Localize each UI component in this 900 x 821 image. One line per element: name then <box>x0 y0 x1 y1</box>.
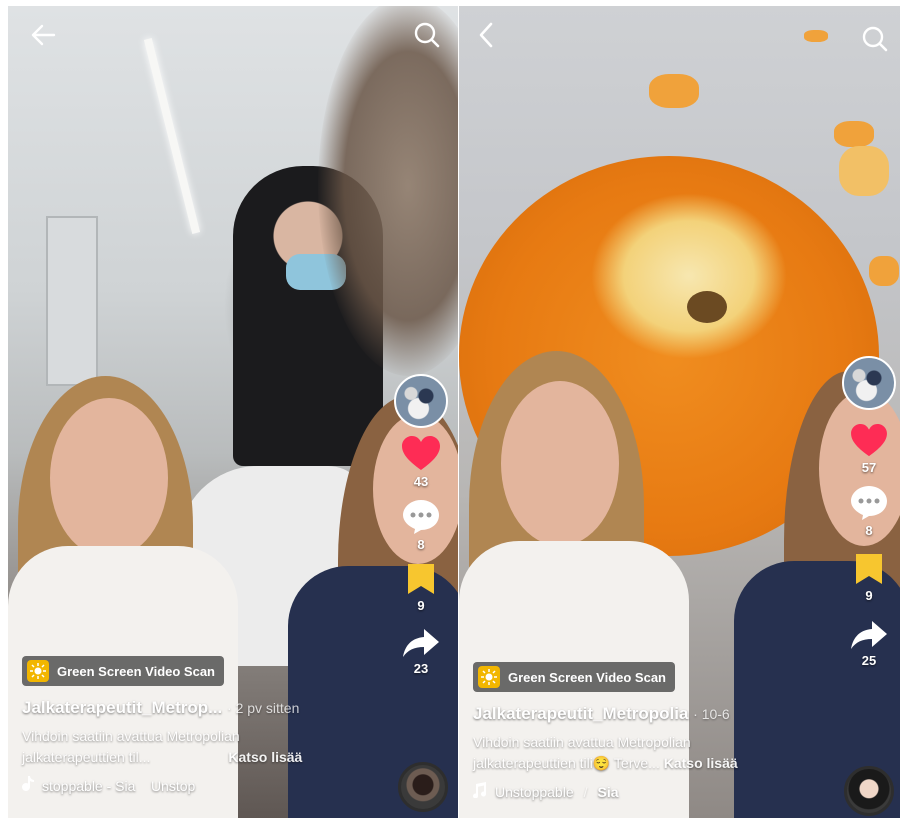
comment-button[interactable]: 8 <box>850 485 888 538</box>
effect-sun-icon <box>478 666 500 688</box>
see-more-link[interactable]: Katso lisää <box>664 755 738 771</box>
like-button[interactable]: 57 <box>850 424 888 475</box>
share-arrow-icon <box>403 629 439 657</box>
share-arrow-icon <box>851 621 887 649</box>
music-note-icon <box>473 782 487 801</box>
music-line[interactable]: stoppable - Sia Unstop <box>22 776 302 795</box>
peel-piece <box>869 256 899 286</box>
see-more-link[interactable]: Katso lisää <box>228 749 302 765</box>
description-line1: Vihdoin saatiin avattua Metropolian <box>473 734 691 750</box>
peel-piece <box>804 30 828 42</box>
effect-sun-icon <box>27 660 49 682</box>
video-panel-right[interactable]: 57 8 9 25 Green Screen Video Scan Jalkat… <box>459 6 900 818</box>
search-icon[interactable] <box>412 20 442 50</box>
like-button[interactable]: 43 <box>401 436 441 489</box>
like-count: 43 <box>413 474 429 489</box>
effect-tag[interactable]: Green Screen Video Scan <box>473 662 675 692</box>
save-button[interactable]: 9 <box>854 552 884 603</box>
search-icon[interactable] <box>860 24 890 54</box>
effect-tag-label: Green Screen Video Scan <box>508 669 666 685</box>
music-line[interactable]: Unstoppable / Sia <box>473 782 738 801</box>
action-column: 57 8 9 25 <box>840 356 898 668</box>
music-separator: / <box>583 783 588 800</box>
creator-avatar[interactable] <box>842 356 896 410</box>
tiktok-note-icon <box>22 776 34 795</box>
description: Vihdoin saatiin avattua Metropolian jalk… <box>473 732 738 774</box>
music-disc[interactable] <box>398 762 448 812</box>
save-button[interactable]: 9 <box>406 562 436 613</box>
post-date: · 10-6 <box>693 706 730 722</box>
creator-avatar[interactable] <box>394 374 448 428</box>
bookmark-icon <box>856 554 882 584</box>
description-line2-suffix: Terve... <box>610 755 660 771</box>
back-chevron-icon[interactable] <box>471 20 501 50</box>
comment-icon <box>403 500 439 534</box>
username-line: Jalkaterapeutit_Metrop... · 2 pv sitten <box>22 698 302 718</box>
username[interactable]: Jalkaterapeutit_Metropolia <box>473 704 688 723</box>
music-title: stoppable - Sia Unstop <box>42 777 196 794</box>
share-count: 23 <box>413 661 429 676</box>
comment-icon <box>851 486 887 520</box>
description-line2: jalkaterapeuttien tili <box>473 755 593 771</box>
relieved-emoji: 😌 <box>592 755 611 771</box>
caption-right: Green Screen Video Scan Jalkaterapeutit_… <box>473 662 738 801</box>
username[interactable]: Jalkaterapeutit_Metrop... <box>22 698 222 717</box>
music-disc[interactable] <box>844 766 894 816</box>
description-line2: jalkaterapeuttien til... <box>22 749 151 765</box>
caption-left: Green Screen Video Scan Jalkaterapeutit_… <box>22 656 302 795</box>
comment-count: 8 <box>865 523 873 538</box>
heart-icon <box>402 436 440 470</box>
post-date: · 2 pv sitten <box>227 700 300 716</box>
orange-stem <box>687 291 727 323</box>
video-panel-left[interactable]: 43 8 9 23 Green Screen Video Scan Jalkat… <box>8 6 458 818</box>
description-line1: Vihdoin saatiin avattua Metropolian <box>22 728 240 744</box>
music-title: Unstoppable <box>495 783 574 800</box>
effect-tag-label: Green Screen Video Scan <box>57 663 215 679</box>
heart-icon <box>851 424 887 457</box>
peel-piece <box>839 146 889 196</box>
share-button[interactable]: 23 <box>402 627 440 676</box>
like-count: 57 <box>861 460 877 475</box>
back-arrow-icon[interactable] <box>28 20 58 50</box>
background-door <box>46 216 98 386</box>
peel-piece <box>834 121 874 147</box>
effect-tag[interactable]: Green Screen Video Scan <box>22 656 224 686</box>
save-count: 9 <box>417 598 425 613</box>
share-count: 25 <box>861 653 877 668</box>
action-column: 43 8 9 23 <box>392 374 450 676</box>
save-count: 9 <box>865 588 873 603</box>
music-artist: Sia <box>597 783 619 800</box>
bookmark-icon <box>408 564 434 594</box>
peel-piece <box>649 74 699 108</box>
comment-count: 8 <box>417 537 425 552</box>
share-button[interactable]: 25 <box>850 619 888 668</box>
username-line: Jalkaterapeutit_Metropolia · 10-6 <box>473 704 738 724</box>
description: Vihdoin saatiin avattua Metropolian jalk… <box>22 726 302 768</box>
comment-button[interactable]: 8 <box>402 499 440 552</box>
